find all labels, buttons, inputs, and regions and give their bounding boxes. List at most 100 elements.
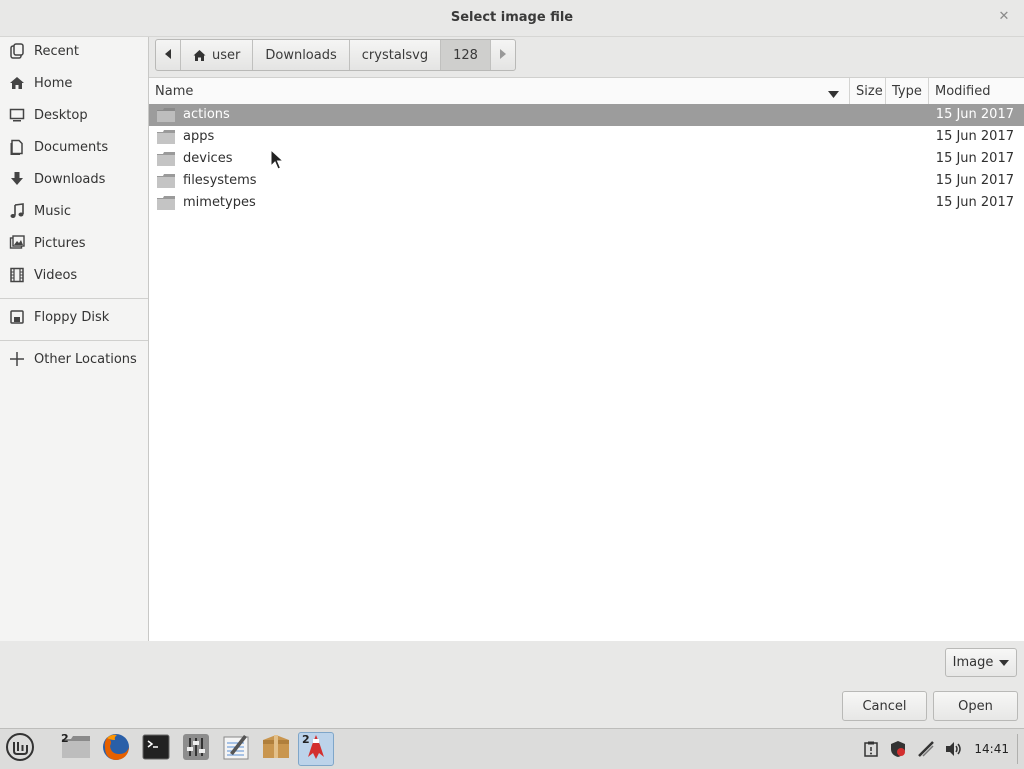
window-title: Select image file	[450, 10, 574, 25]
sidebar-item-label: Videos	[34, 267, 78, 283]
folder-icon	[157, 130, 175, 148]
sidebar-separator	[0, 298, 148, 299]
window-count: 2	[61, 732, 69, 745]
sidebar-item-other-locations[interactable]: Other Locations	[0, 345, 148, 373]
column-name[interactable]: Name	[149, 78, 850, 104]
file-modified: 15 Jun 2017	[935, 195, 1014, 210]
clipboard-icon[interactable]	[863, 741, 879, 757]
sidebar-item-label: Floppy Disk	[34, 309, 110, 325]
crumb-label: 128	[453, 47, 478, 63]
taskbar-firefox[interactable]	[98, 732, 134, 766]
mouse-cursor-icon	[270, 148, 285, 174]
taskbar-text-editor[interactable]	[218, 732, 254, 766]
home-icon	[0, 75, 34, 91]
firefox-icon	[101, 732, 131, 766]
file-modified: 15 Jun 2017	[935, 107, 1014, 122]
crumb-128[interactable]: 128	[441, 40, 491, 70]
column-name-label: Name	[155, 83, 194, 99]
path-forward-button[interactable]	[491, 40, 515, 70]
sort-desc-icon	[828, 87, 839, 102]
crumb-downloads[interactable]: Downloads	[253, 40, 350, 70]
sidebar-separator	[0, 340, 148, 341]
floppy-icon	[0, 309, 34, 325]
downloads-icon	[0, 171, 34, 187]
crumb-user[interactable]: user	[181, 40, 254, 70]
documents-icon	[0, 139, 34, 155]
taskbar-settings[interactable]	[178, 732, 214, 766]
file-modified: 15 Jun 2017	[935, 151, 1014, 166]
file-name: actions	[183, 107, 230, 122]
pictures-icon	[0, 235, 34, 251]
network-icon[interactable]	[917, 740, 935, 758]
sidebar-item-label: Home	[34, 75, 73, 91]
sidebar-item-desktop[interactable]: Desktop	[0, 101, 148, 129]
sliders-icon	[182, 733, 210, 765]
sidebar-item-label: Other Locations	[34, 351, 137, 367]
file-row-actions[interactable]: actions 15 Jun 2017	[149, 104, 1024, 126]
taskbar-inkscape[interactable]: 2	[298, 732, 334, 766]
show-desktop-button[interactable]	[1017, 734, 1024, 764]
places-sidebar: Recent Home Desktop Documents Downloads …	[0, 37, 149, 641]
clock[interactable]: 14:41	[974, 742, 1009, 756]
crumb-crystalsvg[interactable]: crystalsvg	[350, 40, 442, 70]
system-tray: 14:41	[858, 729, 1024, 769]
text-editor-icon	[222, 733, 250, 765]
crumb-label: Downloads	[265, 47, 337, 63]
sidebar-item-floppy-disk[interactable]: Floppy Disk	[0, 303, 148, 331]
volume-icon[interactable]	[945, 741, 963, 757]
filter-label: Image	[952, 655, 994, 670]
terminal-icon	[142, 734, 170, 764]
file-name: filesystems	[183, 173, 257, 188]
file-row-mimetypes[interactable]: mimetypes 15 Jun 2017	[149, 192, 1024, 214]
close-icon[interactable]: ✕	[996, 9, 1012, 25]
sidebar-item-videos[interactable]: Videos	[0, 261, 148, 289]
home-icon	[193, 49, 206, 62]
sidebar-item-label: Music	[34, 203, 71, 219]
folder-icon	[157, 108, 175, 126]
plus-icon	[0, 351, 34, 367]
taskbar-archive-manager[interactable]	[258, 732, 294, 766]
file-name: mimetypes	[183, 195, 256, 210]
sidebar-item-downloads[interactable]: Downloads	[0, 165, 148, 193]
sidebar-item-pictures[interactable]: Pictures	[0, 229, 148, 257]
desktop-icon	[0, 107, 34, 123]
file-modified: 15 Jun 2017	[935, 173, 1014, 188]
file-row-apps[interactable]: apps 15 Jun 2017	[149, 126, 1024, 148]
column-type[interactable]: Type	[886, 78, 929, 104]
sidebar-item-home[interactable]: Home	[0, 69, 148, 97]
chevron-left-icon	[164, 48, 172, 63]
shield-icon[interactable]	[889, 740, 907, 758]
sidebar-item-label: Documents	[34, 139, 109, 155]
sidebar-item-recent[interactable]: Recent	[0, 37, 148, 65]
taskbar: 2 2 14:41	[0, 728, 1024, 769]
sidebar-item-documents[interactable]: Documents	[0, 133, 148, 161]
folder-icon	[157, 196, 175, 214]
package-icon	[261, 733, 291, 765]
column-modified-label: Modified	[935, 83, 991, 99]
column-modified[interactable]: Modified	[929, 78, 1024, 104]
file-modified: 15 Jun 2017	[935, 129, 1014, 144]
sidebar-item-label: Downloads	[34, 171, 106, 187]
open-button[interactable]: Open	[933, 691, 1018, 721]
mint-logo-icon	[5, 732, 35, 766]
sidebar-item-music[interactable]: Music	[0, 197, 148, 225]
sidebar-item-label: Desktop	[34, 107, 88, 123]
file-name: devices	[183, 151, 233, 166]
path-bar: user Downloads crystalsvg 128	[155, 39, 516, 71]
path-back-button[interactable]	[156, 40, 181, 70]
file-type-filter[interactable]: Image	[945, 648, 1017, 677]
column-size[interactable]: Size	[850, 78, 886, 104]
window-count: 2	[302, 733, 310, 746]
taskbar-file-manager[interactable]: 2	[58, 732, 94, 766]
chevron-down-icon	[999, 659, 1010, 666]
crumb-label: crystalsvg	[361, 47, 429, 63]
taskbar-terminal[interactable]	[138, 732, 174, 766]
file-list: Name Size Type Modified actions 15 Jun 2…	[149, 77, 1024, 641]
column-size-label: Size	[856, 83, 883, 99]
cancel-button[interactable]: Cancel	[842, 691, 927, 721]
chevron-right-icon	[499, 48, 507, 63]
title-bar: Select image file ✕	[0, 0, 1024, 37]
column-type-label: Type	[892, 83, 922, 99]
menu-button[interactable]	[2, 732, 38, 766]
music-icon	[0, 203, 34, 219]
